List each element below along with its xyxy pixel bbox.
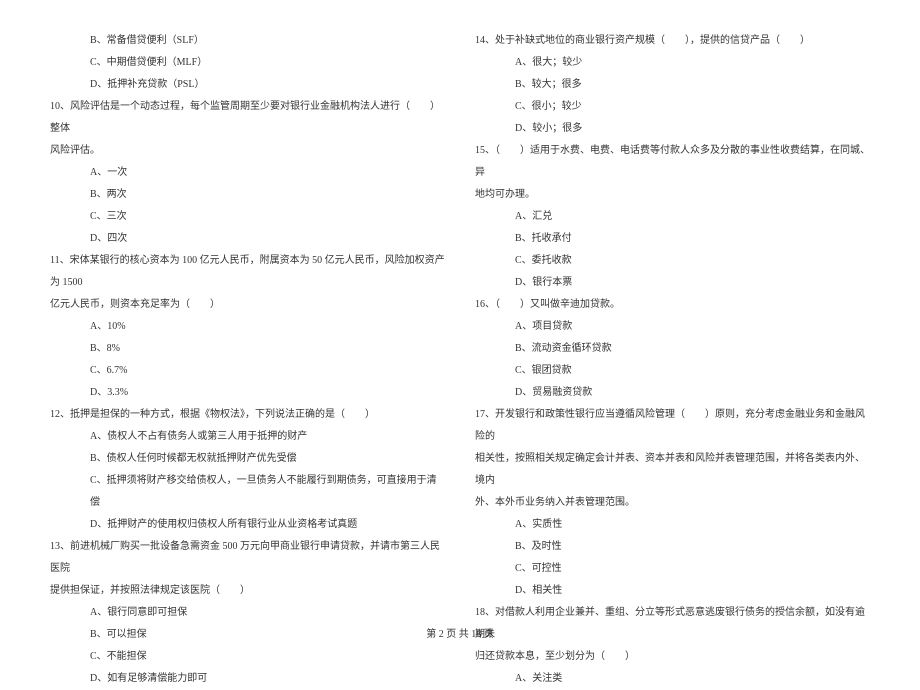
q14-option-a: A、很大；较少 xyxy=(475,52,870,74)
q12-option-c: C、抵押须将财产移交给债权人，一旦债务人不能履行到期债务，可直接用于清偿 xyxy=(50,470,445,514)
q12-option-a: A、债权人不占有债务人或第三人用于抵押的财产 xyxy=(50,426,445,448)
page-container: B、常备借贷便利（SLF） C、中期借贷便利（MLF） D、抵押补充贷款（PSL… xyxy=(0,0,920,625)
q15-option-d: D、银行本票 xyxy=(475,272,870,294)
q11-option-b: B、8% xyxy=(50,338,445,360)
q13-option-d: D、如有足够清偿能力即可 xyxy=(50,668,445,690)
q11-continuation: 亿元人民币，则资本充足率为（ ） xyxy=(50,294,445,316)
q17-option-c: C、可控性 xyxy=(475,558,870,580)
q15-option-b: B、托收承付 xyxy=(475,228,870,250)
q15-option-a: A、汇兑 xyxy=(475,206,870,228)
left-column: B、常备借贷便利（SLF） C、中期借贷便利（MLF） D、抵押补充贷款（PSL… xyxy=(50,30,460,600)
q15-text: 15、（ ）适用于水费、电费、电话费等付款人众多及分散的事业性收费结算，在同城、… xyxy=(475,140,870,184)
q13-option-a: A、银行同意即可担保 xyxy=(50,602,445,624)
q9-option-c: C、中期借贷便利（MLF） xyxy=(50,52,445,74)
q10-option-c: C、三次 xyxy=(50,206,445,228)
q13-option-c: C、不能担保 xyxy=(50,646,445,668)
q17-text: 17、开发银行和政策性银行应当遵循风险管理（ ）原则，充分考虑金融业务和金融风险… xyxy=(475,404,870,448)
right-column: 14、处于补缺式地位的商业银行资产规模（ ），提供的信贷产品（ ） A、很大；较… xyxy=(460,30,870,600)
q16-option-c: C、银团贷款 xyxy=(475,360,870,382)
q18-continuation: 归还贷款本息，至少划分为（ ） xyxy=(475,646,870,668)
q12-text: 12、抵押是担保的一种方式，根据《物权法》，下列说法正确的是（ ） xyxy=(50,404,445,426)
q17-continuation2: 外、本外币业务纳入并表管理范围。 xyxy=(475,492,870,514)
q17-option-a: A、实质性 xyxy=(475,514,870,536)
q14-option-b: B、较大；很多 xyxy=(475,74,870,96)
q13-continuation: 提供担保证，并按照法律规定该医院（ ） xyxy=(50,580,445,602)
q11-option-a: A、10% xyxy=(50,316,445,338)
q10-option-b: B、两次 xyxy=(50,184,445,206)
q18-option-a: A、关注类 xyxy=(475,668,870,690)
q17-option-b: B、及时性 xyxy=(475,536,870,558)
q12-option-b: B、债权人任何时候都无权就抵押财产优先受偿 xyxy=(50,448,445,470)
q9-option-d: D、抵押补充贷款（PSL） xyxy=(50,74,445,96)
q13-text: 13、前进机械厂购买一批设备急需资金 500 万元向甲商业银行申请贷款，并请市第… xyxy=(50,536,445,580)
q11-option-d: D、3.3% xyxy=(50,382,445,404)
q12-option-d: D、抵押财产的使用权归债权人所有银行业从业资格考试真题 xyxy=(50,514,445,536)
q14-option-c: C、很小；较少 xyxy=(475,96,870,118)
page-footer: 第 2 页 共 18 页 xyxy=(0,625,920,640)
q15-option-c: C、委托收款 xyxy=(475,250,870,272)
q10-text: 10、风险评估是一个动态过程，每个监管周期至少要对银行业金融机构法人进行（ ）整… xyxy=(50,96,445,140)
q10-option-d: D、四次 xyxy=(50,228,445,250)
q15-continuation: 地均可办理。 xyxy=(475,184,870,206)
q16-option-d: D、贸易融资贷款 xyxy=(475,382,870,404)
q16-option-a: A、项目贷款 xyxy=(475,316,870,338)
q9-option-b: B、常备借贷便利（SLF） xyxy=(50,30,445,52)
q10-option-a: A、一次 xyxy=(50,162,445,184)
q14-text: 14、处于补缺式地位的商业银行资产规模（ ），提供的信贷产品（ ） xyxy=(475,30,870,52)
q10-continuation: 风险评估。 xyxy=(50,140,445,162)
q11-text: 11、宋体某银行的核心资本为 100 亿元人民币，附属资本为 50 亿元人民币，… xyxy=(50,250,445,294)
q14-option-d: D、较小；很多 xyxy=(475,118,870,140)
q17-continuation1: 相关性，按照相关规定确定会计并表、资本并表和风险并表管理范围，并将各类表内外、境… xyxy=(475,448,870,492)
q11-option-c: C、6.7% xyxy=(50,360,445,382)
q16-text: 16、（ ）又叫做辛迪加贷款。 xyxy=(475,294,870,316)
q16-option-b: B、流动资金循环贷款 xyxy=(475,338,870,360)
q17-option-d: D、相关性 xyxy=(475,580,870,602)
